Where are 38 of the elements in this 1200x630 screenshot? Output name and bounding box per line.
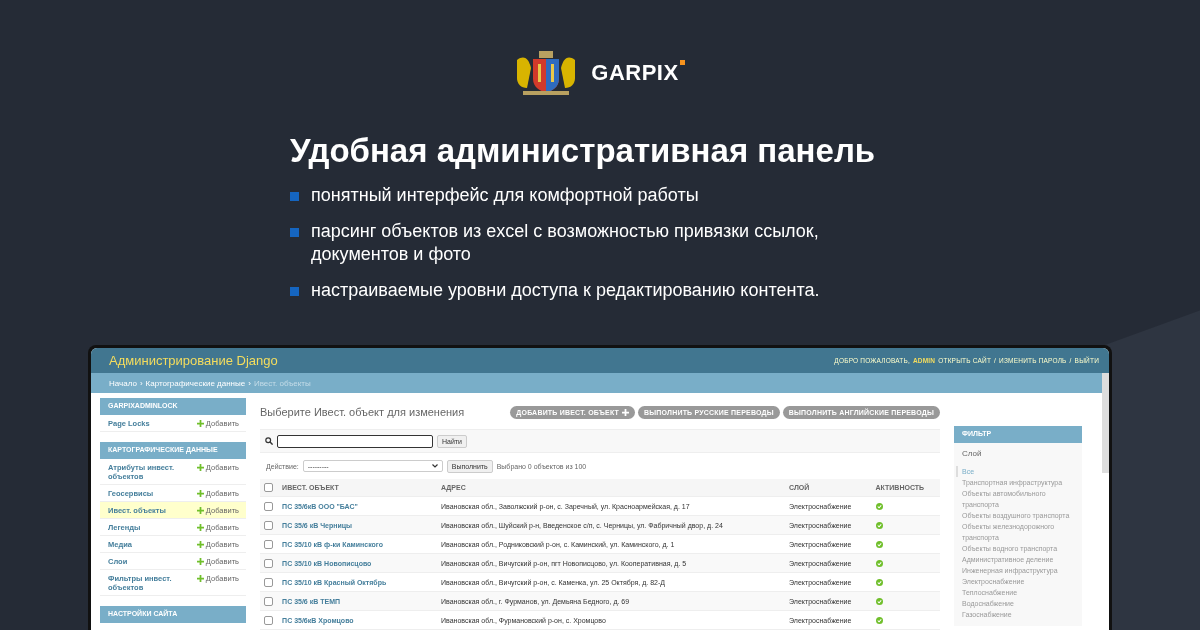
plus-icon — [196, 524, 204, 531]
breadcrumb-current: Ивест. объекты — [253, 378, 311, 388]
bullet-square-icon — [290, 287, 299, 296]
row-checkbox[interactable] — [264, 539, 273, 549]
search-icon — [265, 437, 273, 445]
search-field[interactable] — [277, 434, 433, 448]
scrollbar[interactable] — [1102, 373, 1109, 473]
row-checkbox[interactable] — [264, 501, 273, 511]
coat-of-arms-icon — [515, 50, 578, 96]
plus-icon — [196, 507, 204, 514]
breadcrumb-separator: › — [139, 378, 143, 388]
row-checkbox[interactable] — [264, 520, 273, 530]
plus-icon — [196, 558, 204, 565]
bullet-square-icon — [290, 228, 299, 237]
row-checkbox[interactable] — [264, 558, 273, 568]
plus-icon — [196, 490, 204, 497]
filter-group-title: Слой — [962, 449, 983, 458]
plus-icon — [196, 420, 204, 427]
brand-name: GARPIX — [591, 60, 685, 86]
feature-text: настраиваемые уровни доступа к редактированию контента. — [311, 279, 820, 302]
plus-icon — [196, 541, 204, 548]
bullet-square-icon — [290, 192, 299, 201]
plus-icon — [196, 464, 204, 471]
headline: Удобная административная панель — [290, 132, 877, 170]
plus-icon — [196, 575, 204, 582]
row-checkbox[interactable] — [264, 596, 273, 606]
feature-text: парсинг объектов из excel с возможностью привязки ссылок, документов и фото — [311, 220, 820, 266]
row-checkbox[interactable] — [264, 615, 273, 625]
chevron-down-icon — [431, 464, 438, 468]
page-title: Выберите Ивест. объект для изменения — [260, 406, 465, 418]
breadcrumb-separator: › — [248, 378, 251, 388]
breadcrumb-link[interactable]: Картографические данные — [145, 378, 246, 388]
site-title: Администрирование Django — [109, 353, 278, 368]
breadcrumb-link[interactable]: Начало — [109, 378, 137, 388]
row-checkbox[interactable] — [264, 577, 273, 587]
feature-text: понятный интерфейс для комфортной работы — [311, 184, 699, 207]
plus-icon — [622, 408, 630, 416]
select-all-checkbox[interactable] — [264, 483, 273, 492]
